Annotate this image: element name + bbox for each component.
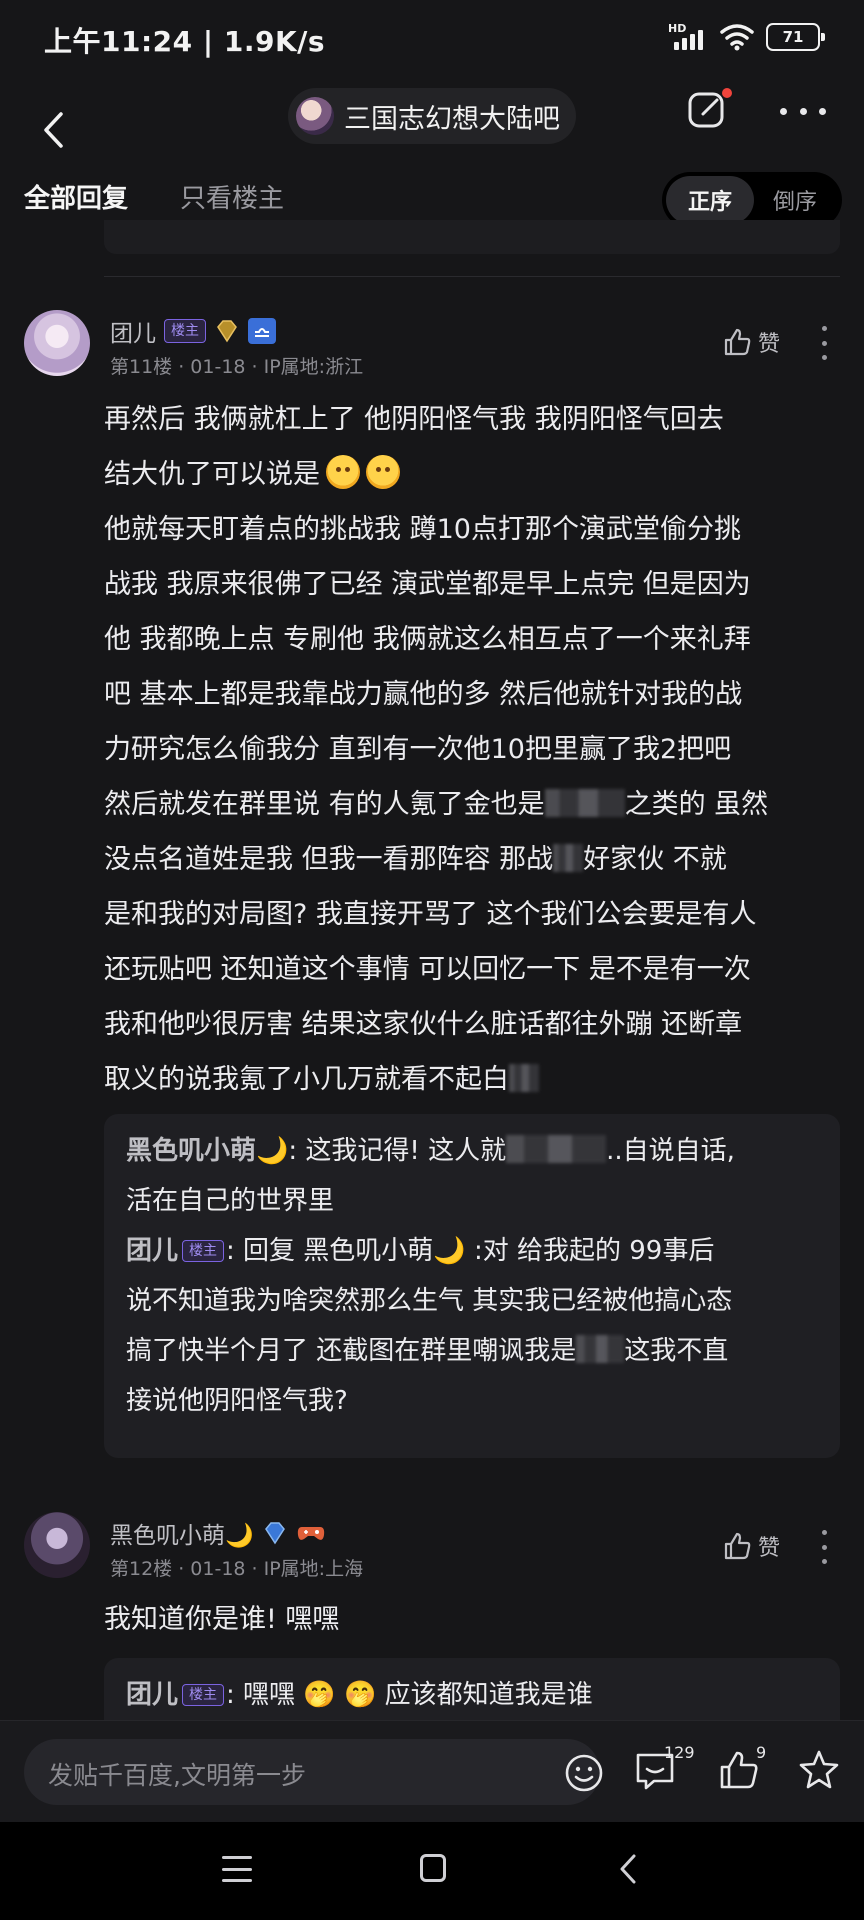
star-icon[interactable] xyxy=(796,1747,842,1793)
post-meta: 第12楼 · 01-18 · IP属地:上海 xyxy=(110,1558,364,1580)
thumbs-up-icon xyxy=(724,328,751,356)
level-gem-icon xyxy=(264,1522,285,1545)
recent-apps-button[interactable] xyxy=(222,1856,252,1882)
post-content: 再然后 我俩就杠上了 他阴阳怪气我 我阴阳怪气回去 结大仇了可以说是 他就每天盯… xyxy=(104,404,769,1095)
post-meta: 第11楼 · 01-18 · IP属地:浙江 xyxy=(110,356,364,378)
sub-reply-author[interactable]: 黑色叽小萌🌙 xyxy=(126,1136,288,1166)
sort-asc-button[interactable]: 正序 xyxy=(666,176,754,224)
chevron-left-icon xyxy=(44,112,63,148)
gamepad-icon xyxy=(297,1527,324,1540)
post-menu-button[interactable] xyxy=(820,326,828,360)
notification-dot xyxy=(722,88,732,98)
back-button[interactable] xyxy=(28,102,78,158)
username[interactable]: 黑色叽小萌🌙 xyxy=(110,1516,254,1550)
forum-name: 三国志幻想大陆吧 xyxy=(344,103,560,135)
home-button[interactable] xyxy=(420,1854,446,1882)
op-badge: 楼主 xyxy=(182,1684,225,1706)
comment-count: 129 xyxy=(664,1743,695,1762)
wifi-icon xyxy=(720,24,754,51)
forum-avatar xyxy=(296,97,334,135)
sub-reply-author[interactable]: 团儿 xyxy=(126,1680,178,1710)
shy-emoji-icon xyxy=(326,455,360,489)
reply-input[interactable]: 发贴千百度,文明第一步 xyxy=(24,1739,603,1805)
post-menu-button[interactable] xyxy=(820,1530,828,1564)
redacted-text xyxy=(576,1335,625,1363)
battery-icon: 71 xyxy=(766,23,825,51)
system-nav-bar xyxy=(0,1822,864,1920)
redacted-text xyxy=(553,844,584,872)
avatar[interactable] xyxy=(24,310,90,376)
more-button[interactable] xyxy=(780,96,826,126)
system-back-icon[interactable] xyxy=(614,1852,644,1886)
like-label: 赞 xyxy=(758,1536,781,1561)
shy-emoji-icon xyxy=(366,455,400,489)
sub-reply-author[interactable]: 团儿 xyxy=(126,1236,178,1266)
sub-replies: 团儿 楼主: 嘿嘿 🤭 🤭 应该都知道我是谁 xyxy=(104,1658,840,1720)
redacted-text xyxy=(506,1135,607,1163)
status-bar: 上午11:24 | 1.9K/s HD 71 xyxy=(0,0,864,76)
previous-reply-card xyxy=(104,220,840,254)
forum-chip[interactable]: 三国志幻想大陆吧 xyxy=(288,88,576,144)
libra-icon xyxy=(248,318,276,344)
username[interactable]: 团儿 xyxy=(110,314,156,348)
emoji-icon[interactable] xyxy=(564,1753,604,1793)
like-button[interactable]: 赞 xyxy=(722,326,780,358)
reply-input-placeholder: 发贴千百度,文明第一步 xyxy=(48,1761,306,1790)
signal-icon: HD xyxy=(668,22,708,52)
status-time-speed: 上午11:24 | 1.9K/s xyxy=(44,25,326,58)
bottom-bar: 发贴千百度,文明第一步 129 9 xyxy=(0,1720,864,1822)
avatar[interactable] xyxy=(24,1512,90,1578)
level-gem-icon xyxy=(217,320,237,343)
redacted-text xyxy=(544,789,625,817)
tab-op-only[interactable]: 只看楼主 xyxy=(180,178,284,215)
sub-reply[interactable]: 黑色叽小萌🌙: 这我记得! 这人就 ..自说自话, 活在自己的世界里 xyxy=(126,1126,818,1226)
redacted-text xyxy=(509,1064,539,1092)
edit-button[interactable] xyxy=(686,86,734,138)
like-label: 赞 xyxy=(758,332,781,357)
like-count: 9 xyxy=(756,1743,767,1762)
divider xyxy=(104,276,840,277)
thumbs-up-icon xyxy=(724,1532,751,1560)
sub-reply[interactable]: 团儿 楼主: 回复 黑色叽小萌🌙 :对 给我起的 99事后 说不知道我为啥突然那么… xyxy=(126,1226,818,1426)
op-badge: 楼主 xyxy=(164,319,206,343)
sub-reply[interactable]: 团儿 楼主: 嘿嘿 🤭 🤭 应该都知道我是谁 xyxy=(126,1670,818,1720)
op-badge: 楼主 xyxy=(182,1240,225,1262)
sort-desc-button[interactable]: 倒序 xyxy=(758,176,832,224)
like-button[interactable]: 赞 xyxy=(722,1530,780,1562)
sub-replies: 黑色叽小萌🌙: 这我记得! 这人就 ..自说自话, 活在自己的世界里 团儿 楼主: … xyxy=(104,1114,840,1458)
post-content: 我知道你是谁! 嘿嘿 xyxy=(104,1604,340,1635)
tab-all-replies[interactable]: 全部回复 xyxy=(24,178,128,215)
